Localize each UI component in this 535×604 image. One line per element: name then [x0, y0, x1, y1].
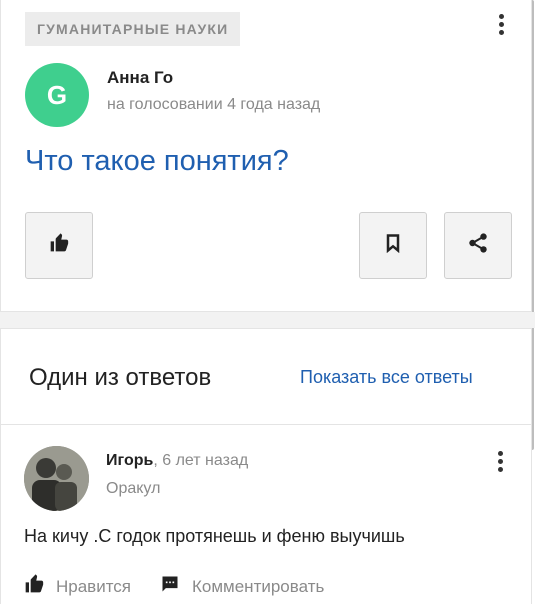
bookmark-button[interactable]	[359, 212, 427, 279]
comment-icon	[160, 574, 180, 599]
question-more-options-icon[interactable]	[491, 10, 511, 38]
bookmark-icon	[383, 233, 403, 258]
category-tag[interactable]: Гуманитарные науки	[25, 12, 241, 46]
answer-comment-button[interactable]: Комментировать	[160, 574, 324, 599]
answer-author-line: Игорь, 6 лет назад	[106, 452, 248, 470]
divider	[0, 424, 532, 425]
answer-time: , 6 лет назад	[153, 452, 249, 469]
show-all-answers-link[interactable]: Показать все ответы	[300, 367, 473, 388]
question-meta: на голосовании 4 года назад	[107, 96, 321, 113]
question-card: Гуманитарные науки G Анна Го на голосова…	[0, 0, 532, 312]
answer-author-rank: Оракул	[106, 480, 161, 497]
like-button[interactable]	[25, 212, 93, 279]
question-author-name[interactable]: Анна Го	[107, 68, 173, 88]
answer-author-name[interactable]: Игорь	[106, 452, 153, 469]
answer-comment-label: Комментировать	[192, 576, 325, 596]
answer-like-button[interactable]: Нравится	[24, 574, 131, 599]
question-title[interactable]: Что такое понятия?	[25, 145, 289, 178]
answer-more-options-icon[interactable]	[490, 447, 510, 475]
share-icon	[467, 232, 489, 259]
thumbs-up-icon	[24, 574, 44, 599]
answer-author-avatar[interactable]	[24, 446, 89, 511]
share-button[interactable]	[444, 212, 512, 279]
answers-section-title: Один из ответов	[29, 364, 212, 391]
thumbs-up-icon	[49, 233, 69, 258]
author-avatar[interactable]: G	[25, 63, 89, 127]
section-gap	[0, 312, 535, 328]
answer-text: На кичу .С годок протянешь и феню выучиш…	[24, 526, 405, 546]
answer-like-label: Нравится	[56, 576, 132, 596]
